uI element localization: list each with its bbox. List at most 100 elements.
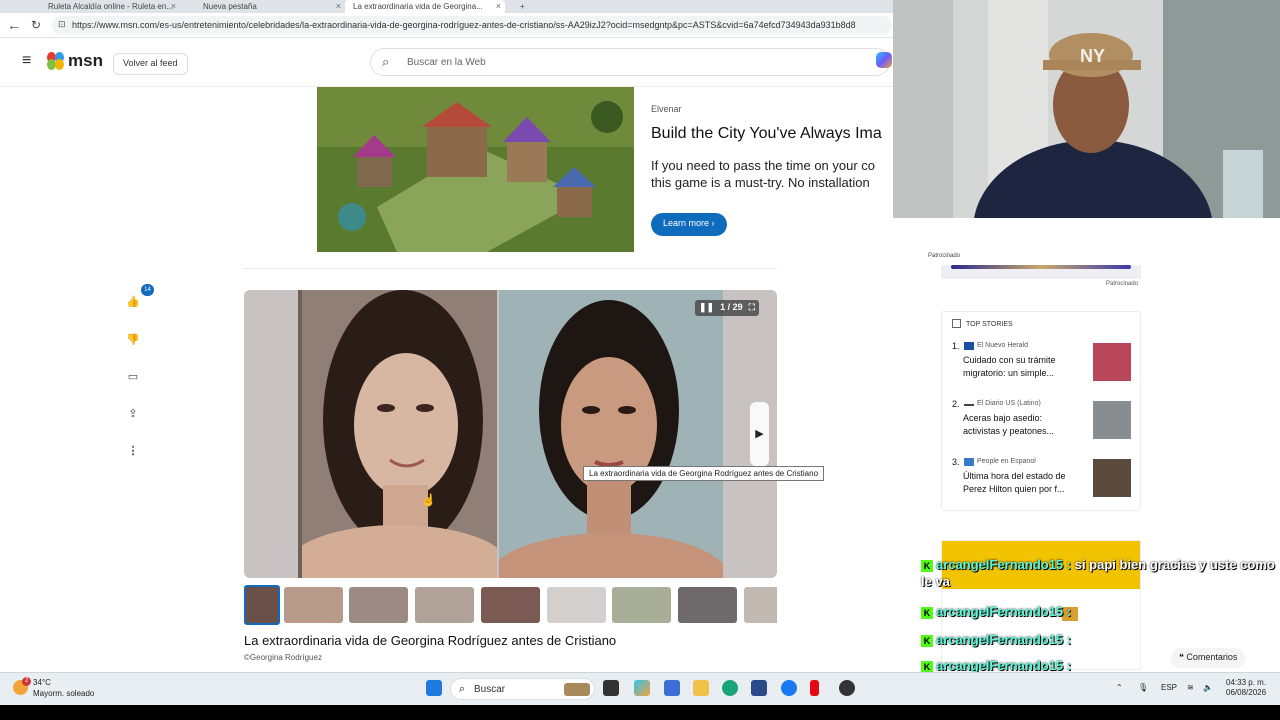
- windows-start-icon[interactable]: [426, 680, 442, 696]
- story-headline[interactable]: Última hora del estado de Perez Hilton q…: [963, 470, 1075, 496]
- source-logo-icon: [964, 404, 974, 406]
- reload-icon[interactable]: ↻: [31, 18, 41, 32]
- file-explorer-icon[interactable]: [693, 680, 709, 696]
- next-slide-button[interactable]: ▶: [750, 402, 769, 466]
- thumbnail-selected[interactable]: [244, 585, 280, 625]
- browser-tab-3-active[interactable]: La extraordinaria vida de Georgina... ×: [345, 0, 505, 13]
- thumbnail[interactable]: [744, 587, 777, 623]
- learn-more-button[interactable]: Learn more ›: [651, 213, 727, 236]
- photo-credit: ©Georgina Rodríguez: [244, 653, 322, 662]
- pause-icon[interactable]: ❚❚: [699, 302, 714, 314]
- story-headline[interactable]: Aceras bajo asedio: activistas y peatone…: [963, 412, 1075, 438]
- new-tab-icon[interactable]: +: [512, 0, 528, 13]
- browser-tab-2[interactable]: Nueva pestaña ×: [195, 0, 345, 13]
- chat-username: arcangelFernando15: [936, 604, 1064, 619]
- tab-label: La extraordinaria vida de Georgina...: [353, 2, 483, 11]
- system-clock[interactable]: 04:33 p. m. 06/08/2026: [1226, 678, 1266, 698]
- netflix-icon[interactable]: [810, 680, 819, 696]
- chat-message: KarcangelFernando15 :: [921, 658, 1071, 673]
- app-icon[interactable]: [839, 680, 855, 696]
- chevron-up-icon[interactable]: ⌃: [1116, 683, 1123, 692]
- outlook-icon[interactable]: [664, 680, 680, 696]
- fullscreen-icon[interactable]: ⛶: [749, 302, 755, 314]
- story-source: El Nuevo Herald: [977, 342, 1028, 349]
- more-options-icon[interactable]: ⋮: [123, 441, 143, 461]
- source-logo-icon: [964, 458, 974, 466]
- close-icon[interactable]: ×: [336, 1, 341, 11]
- taskbar-search[interactable]: ⌕ Buscar: [450, 678, 595, 700]
- sponsored-label-2: Patrocinado: [1106, 281, 1139, 287]
- logo-text: msn: [68, 51, 103, 70]
- newspaper-icon: [952, 319, 961, 328]
- thumbnail[interactable]: [349, 587, 408, 623]
- story-item[interactable]: 3. People en Espanol Última hora del est…: [942, 457, 1142, 515]
- story-item[interactable]: 2. El Diario US (Latino) Aceras bajo ase…: [942, 399, 1142, 457]
- close-icon[interactable]: ×: [496, 1, 501, 11]
- language-indicator[interactable]: ESP: [1161, 683, 1177, 692]
- sponsored-label: Patrocinado: [928, 253, 961, 259]
- ad-title[interactable]: Build the City You've Always Ima: [651, 125, 893, 143]
- close-icon[interactable]: ×: [171, 1, 176, 11]
- svg-text:NY: NY: [1080, 46, 1105, 66]
- wifi-icon[interactable]: ≋: [1187, 683, 1194, 692]
- top-stories-card: TOP STORIES 1. El Nuevo Herald Cuidado c…: [941, 311, 1141, 511]
- top-stories-heading: TOP STORIES: [966, 321, 1013, 328]
- microphone-icon[interactable]: 🎙: [1138, 683, 1148, 692]
- like-count-badge: 14: [141, 284, 154, 296]
- story-number: 3.: [952, 457, 960, 467]
- hamburger-menu-icon[interactable]: ≡: [22, 52, 31, 70]
- thumbnail[interactable]: [415, 587, 474, 623]
- slide-title: La extraordinaria vida de Georgina Rodrí…: [244, 633, 617, 648]
- back-arrow-icon[interactable]: ←: [7, 17, 21, 33]
- back-to-feed-button[interactable]: Volver al feed: [113, 53, 188, 75]
- story-thumbnail[interactable]: [1093, 343, 1131, 381]
- chat-message: KarcangelFernando15 :: [921, 632, 1071, 647]
- thumbnail[interactable]: [284, 587, 343, 623]
- comment-icon[interactable]: ▭: [123, 367, 143, 387]
- browser-tab-1[interactable]: Ruleta Alcaldía online - Ruleta en... ×: [40, 0, 180, 13]
- edge-icon[interactable]: [722, 680, 738, 696]
- comments-button[interactable]: ❝ Comentarios: [1171, 648, 1246, 668]
- thumbnail[interactable]: [481, 587, 540, 623]
- comments-label: Comentarios: [1186, 652, 1238, 662]
- sidebar-ad-strip[interactable]: [941, 265, 1141, 279]
- source-logo-icon: [964, 342, 974, 350]
- web-search-bar[interactable]: ⌕ Buscar en la Web: [370, 48, 890, 76]
- kick-badge-icon: K: [921, 559, 933, 572]
- thumbnail[interactable]: [678, 587, 737, 623]
- like-icon[interactable]: 👍: [123, 292, 143, 312]
- thumbnail-strip: [244, 585, 777, 625]
- facebook-icon[interactable]: [781, 680, 797, 696]
- clock-time: 04:33 p. m.: [1226, 678, 1267, 687]
- msn-logo[interactable]: msn: [47, 51, 103, 71]
- thumbnail[interactable]: [612, 587, 671, 623]
- story-item[interactable]: 1. El Nuevo Herald Cuidado con su trámit…: [942, 341, 1142, 399]
- kick-badge-icon: K: [921, 634, 933, 647]
- dislike-icon[interactable]: 👎: [123, 330, 143, 350]
- ad-text-line: If you need to pass the time on your co: [651, 158, 876, 173]
- thumbnail[interactable]: [547, 587, 606, 623]
- ad-text: If you need to pass the time on your co …: [651, 157, 893, 191]
- slide-counter: 1 / 29: [720, 302, 743, 312]
- ad-image[interactable]: [317, 87, 634, 252]
- story-headline[interactable]: Cuidado con su trámite migratorio: un si…: [963, 354, 1075, 380]
- volume-icon[interactable]: 🔈: [1203, 683, 1213, 692]
- story-thumbnail[interactable]: [1093, 401, 1131, 439]
- slideshow-gallery[interactable]: [244, 290, 777, 578]
- taskbar-search-label: Buscar: [474, 684, 506, 695]
- task-view-icon[interactable]: [603, 680, 619, 696]
- share-icon[interactable]: ⇪: [123, 404, 143, 424]
- story-thumbnail[interactable]: [1093, 459, 1131, 497]
- url-field[interactable]: ⊡ https://www.msn.com/es-us/entretenimie…: [52, 16, 892, 35]
- ad-sponsor[interactable]: Elvenar: [651, 104, 682, 114]
- copilot-icon[interactable]: [876, 52, 892, 68]
- story-number: 2.: [952, 399, 960, 409]
- learn-more-label: Learn more: [663, 218, 710, 228]
- chat-username: arcangelFernando15: [936, 632, 1064, 647]
- search-icon: ⌕: [459, 683, 466, 695]
- copilot-taskbar-icon[interactable]: [634, 680, 650, 696]
- chat-username: arcangelFernando15: [936, 557, 1064, 572]
- temperature: 34°C: [33, 678, 51, 687]
- image-tooltip: La extraordinaria vida de Georgina Rodrí…: [583, 466, 825, 481]
- store-icon[interactable]: [751, 680, 767, 696]
